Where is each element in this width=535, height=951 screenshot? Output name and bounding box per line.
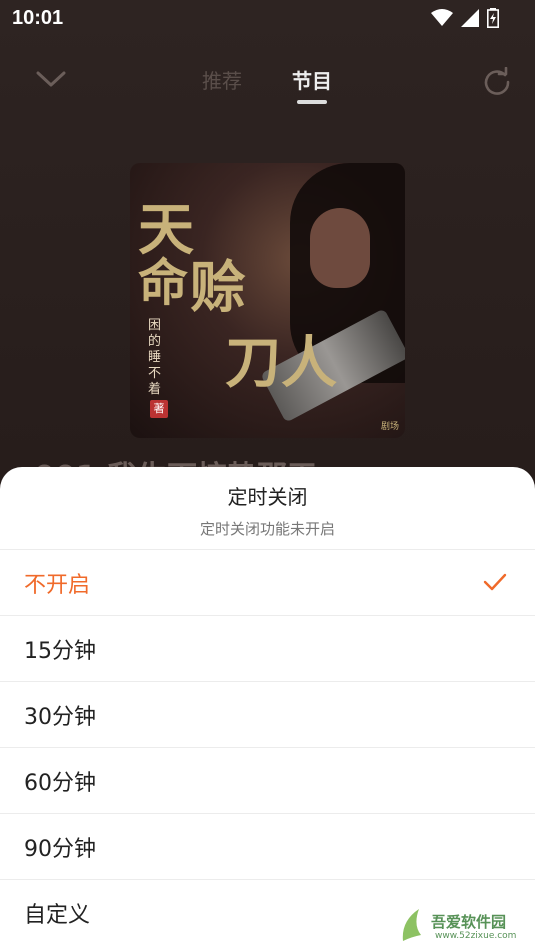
option-30min[interactable]: 30分钟: [0, 681, 535, 747]
sheet-title: 定时关闭: [227, 485, 308, 509]
top-nav: 推荐 节目: [0, 55, 535, 115]
wifi-icon: [431, 9, 453, 32]
cover-author-seal: 著: [150, 400, 168, 418]
signal-icon: [461, 9, 479, 32]
status-bar: 10:01: [0, 0, 535, 36]
option-label: 15分钟: [24, 638, 96, 664]
tab-indicator: [297, 100, 327, 104]
tab-recommend[interactable]: 推荐: [202, 65, 242, 94]
option-label: 自定义: [24, 902, 91, 928]
tab-programs[interactable]: 节目: [292, 65, 332, 94]
cover-title-art: 刀人: [225, 330, 337, 396]
option-15min[interactable]: 15分钟: [0, 615, 535, 681]
option-label: 60分钟: [24, 770, 96, 796]
check-icon: [483, 572, 507, 598]
watermark-url: www.52zixue.com: [435, 931, 517, 941]
cover-author: 困的睡不着: [148, 318, 162, 397]
status-time: 10:01: [12, 7, 64, 29]
refresh-icon[interactable]: [483, 66, 511, 99]
cover-face: [310, 208, 370, 288]
album-cover[interactable]: 天 命 赊 刀人 困的睡不着 著 剧场: [130, 163, 405, 438]
chevron-down-icon[interactable]: [36, 69, 66, 93]
status-icons: [431, 8, 499, 33]
option-label: 30分钟: [24, 704, 96, 730]
cover-title-art: 赊: [190, 255, 246, 321]
cover-studio-logo: 剧场: [380, 422, 399, 432]
cover-title-art: 命: [138, 253, 188, 312]
option-label: 不开启: [24, 572, 91, 598]
timer-options: 不开启 15分钟 30分钟 60分钟 90分钟 自定义: [0, 549, 535, 945]
option-off[interactable]: 不开启: [0, 549, 535, 615]
option-label: 90分钟: [24, 836, 96, 862]
battery-icon: [487, 8, 499, 33]
option-90min[interactable]: 90分钟: [0, 813, 535, 879]
timer-sheet: 定时关闭 定时关闭功能未开启 不开启 15分钟 30分钟 60分钟 90分钟 自…: [0, 467, 535, 951]
sheet-subtitle: 定时关闭功能未开启: [199, 520, 335, 538]
option-60min[interactable]: 60分钟: [0, 747, 535, 813]
watermark-name: 吾爱软件园: [431, 913, 507, 931]
watermark: 吾爱软件园 www.52zixue.com: [399, 905, 529, 947]
